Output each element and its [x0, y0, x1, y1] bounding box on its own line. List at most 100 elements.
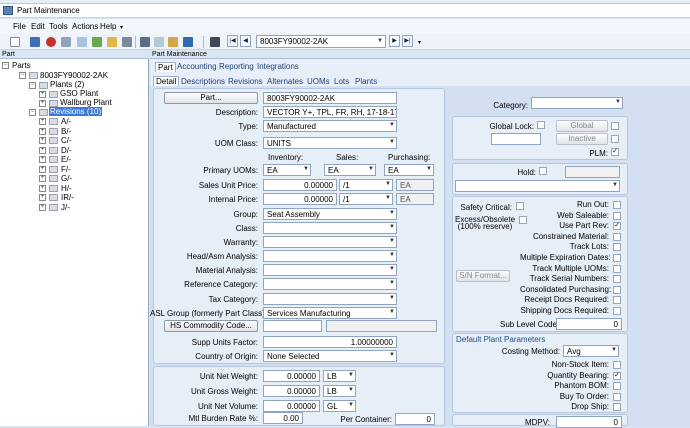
- flag-checkbox[interactable]: [613, 232, 621, 241]
- internal-per-select[interactable]: /1 ▼: [339, 193, 393, 205]
- expand-icon[interactable]: +: [39, 175, 46, 182]
- part-number-field[interactable]: 8003FY90002-2AK: [263, 92, 397, 104]
- tab-lots[interactable]: Lots: [334, 77, 349, 86]
- hs-commodity-code-button[interactable]: HS Commodity Code...: [164, 320, 258, 332]
- global-button[interactable]: Global: [556, 120, 608, 132]
- flag-checkbox[interactable]: [613, 211, 621, 220]
- supp-units-factor-field[interactable]: 1.00000000: [263, 336, 397, 348]
- cut-icon[interactable]: [140, 37, 150, 47]
- inactive-button[interactable]: Inactive: [556, 133, 608, 145]
- sales-uom-select[interactable]: EA ▼: [324, 164, 376, 176]
- global-lock-checkbox[interactable]: [537, 121, 545, 129]
- tab-accounting[interactable]: Accounting: [177, 62, 217, 71]
- expand-icon[interactable]: +: [39, 184, 46, 192]
- inventory-uom-select[interactable]: EA ▼: [263, 164, 311, 176]
- tab-uoms[interactable]: UOMs: [307, 77, 330, 86]
- collapse-icon[interactable]: −: [29, 109, 36, 116]
- expand-icon[interactable]: +: [39, 203, 46, 211]
- class-select[interactable]: ▼: [263, 222, 397, 234]
- sales-unit-price-field[interactable]: 0.00000: [263, 179, 337, 191]
- collapse-icon[interactable]: −: [2, 62, 9, 69]
- tab-detail[interactable]: Detail: [153, 76, 180, 86]
- menu-overflow-icon[interactable]: ▾: [120, 24, 123, 31]
- tab-part[interactable]: Part: [155, 62, 176, 72]
- attach-icon[interactable]: [77, 37, 87, 47]
- description-field[interactable]: VECTOR Y+, TPL, FR, RH, 17-18-17, IB: [263, 106, 397, 118]
- collapse-icon[interactable]: −: [19, 72, 26, 79]
- plant-flag-checkbox[interactable]: ✓: [613, 371, 621, 380]
- menu-help[interactable]: Help: [100, 22, 116, 31]
- category-select[interactable]: ▼: [531, 97, 623, 109]
- part-record-combo[interactable]: 8003FY90002-2AK ▼: [256, 35, 386, 48]
- unit-gross-weight-field[interactable]: 0.00000: [263, 385, 320, 397]
- expand-icon[interactable]: +: [39, 91, 46, 98]
- tree-revision-item[interactable]: IR/-: [61, 193, 74, 202]
- expand-icon[interactable]: +: [39, 137, 46, 144]
- tab-plants[interactable]: Plants: [355, 77, 377, 86]
- unit-gross-weight-uom-select[interactable]: LB ▼: [323, 385, 356, 397]
- copy-icon[interactable]: [154, 37, 164, 47]
- menu-actions[interactable]: Actions: [72, 22, 98, 31]
- tree-revision-item[interactable]: D/-: [61, 146, 72, 155]
- plant-flag-checkbox[interactable]: [613, 361, 621, 369]
- country-of-origin-select[interactable]: None Selected ▼: [263, 350, 397, 362]
- flag-checkbox[interactable]: [613, 285, 621, 294]
- previous-record-button[interactable]: ◀: [240, 35, 251, 47]
- inactive-checkbox[interactable]: [611, 135, 619, 143]
- tab-descriptions[interactable]: Descriptions: [181, 77, 225, 86]
- warranty-select[interactable]: ▼: [263, 236, 397, 248]
- flag-checkbox[interactable]: ✓: [613, 222, 621, 231]
- search-binoculars-icon[interactable]: [210, 37, 220, 47]
- last-record-button[interactable]: ▶|: [402, 35, 413, 47]
- new-icon[interactable]: [10, 37, 20, 47]
- plant-flag-checkbox[interactable]: [613, 382, 621, 390]
- hold-checkbox[interactable]: [539, 167, 547, 175]
- per-container-field[interactable]: 0: [395, 413, 435, 425]
- expand-icon[interactable]: +: [39, 127, 46, 135]
- refresh-icon[interactable]: [61, 37, 71, 47]
- tab-alternates[interactable]: Alternates: [267, 77, 303, 86]
- tree-revisions[interactable]: Revisions (10): [49, 107, 103, 116]
- expand-icon[interactable]: +: [39, 165, 46, 173]
- plant-flag-checkbox[interactable]: [613, 392, 621, 401]
- flag-checkbox[interactable]: [613, 264, 621, 273]
- costing-method-select[interactable]: Avg ▼: [563, 345, 619, 357]
- tab-revisions[interactable]: Revisions: [228, 77, 263, 86]
- plm-checkbox[interactable]: ✓: [611, 148, 619, 156]
- tree-revision-item[interactable]: C/-: [61, 136, 72, 145]
- group-select[interactable]: Seat Assembly ▼: [263, 208, 397, 220]
- mdpv-field[interactable]: 0: [556, 416, 622, 428]
- tree-revision-item[interactable]: G/-: [61, 174, 72, 183]
- toolbar-overflow-icon[interactable]: ▾: [418, 39, 421, 46]
- clear-icon[interactable]: [107, 37, 117, 47]
- unit-net-weight-field[interactable]: 0.00000: [263, 370, 320, 382]
- sub-level-code-field[interactable]: 0: [556, 318, 622, 330]
- collapse-icon[interactable]: −: [29, 82, 36, 89]
- hold-reason-select[interactable]: ▼: [455, 180, 620, 192]
- tree-plant-item[interactable]: Wallburg Plant: [60, 98, 112, 107]
- sync-icon[interactable]: [183, 37, 193, 47]
- global-checkbox[interactable]: [611, 122, 619, 130]
- expand-icon[interactable]: +: [39, 100, 46, 107]
- menu-tools[interactable]: Tools: [49, 22, 68, 31]
- purchasing-uom-select[interactable]: EA ▼: [384, 164, 434, 176]
- expand-icon[interactable]: +: [39, 118, 46, 125]
- next-record-button[interactable]: ▶: [389, 35, 400, 47]
- plant-flag-checkbox[interactable]: [613, 403, 621, 411]
- unit-net-volume-uom-select[interactable]: GL ▼: [323, 400, 356, 412]
- mtl-burden-rate-field[interactable]: 0.00: [263, 412, 303, 424]
- uom-class-select[interactable]: UNITS ▼: [263, 137, 397, 149]
- print-icon[interactable]: [92, 37, 102, 47]
- expand-icon[interactable]: +: [39, 146, 46, 154]
- tab-reporting[interactable]: Reporting: [219, 62, 254, 71]
- tree-revision-item[interactable]: A/-: [61, 117, 71, 126]
- tree-revision-item[interactable]: E/-: [61, 155, 71, 164]
- tree-root[interactable]: Parts: [12, 61, 31, 70]
- type-select[interactable]: Manufactured ▼: [263, 120, 397, 132]
- undo-icon[interactable]: [122, 37, 132, 47]
- head-asm-analysis-select[interactable]: ▼: [263, 250, 397, 262]
- tree-plant-item[interactable]: GSO Plant: [60, 89, 98, 98]
- hs-commodity-code-field[interactable]: [263, 320, 322, 332]
- unit-net-volume-field[interactable]: 0.00000: [263, 400, 320, 412]
- global-lock-field[interactable]: [491, 133, 541, 145]
